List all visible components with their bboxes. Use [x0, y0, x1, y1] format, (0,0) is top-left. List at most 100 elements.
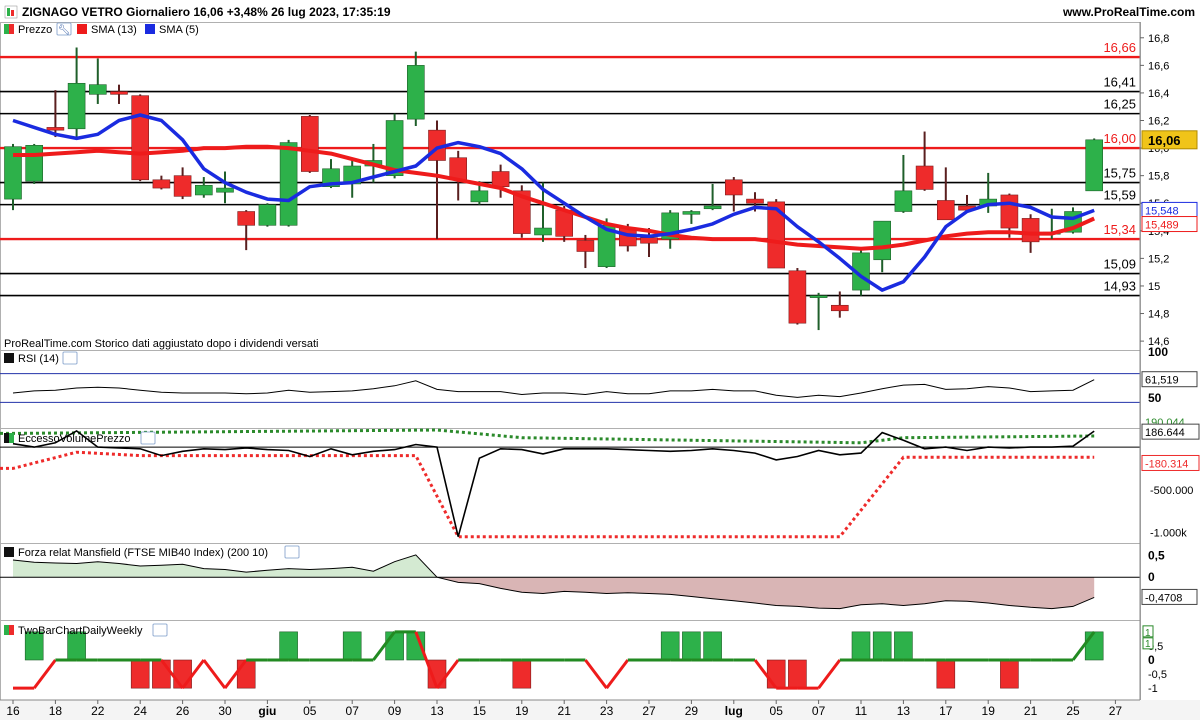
time-tick-label: 19	[515, 704, 529, 718]
chart-window: 16,66 16,41 16,25 16,00 15,75 15,59 15,34 15,09…	[0, 0, 1200, 720]
time-tick-label: 07	[346, 704, 360, 718]
daily-signal-bar[interactable]	[342, 631, 362, 661]
legend-sma5[interactable]: SMA (5)	[159, 24, 199, 36]
daily-signal-bar[interactable]	[894, 631, 913, 661]
candle-body	[406, 65, 425, 120]
daily-signal-bar[interactable]	[936, 659, 956, 689]
time-tick-label: 30	[218, 704, 232, 718]
time-tick-label: 05	[770, 704, 784, 718]
time-tick-label: 16	[6, 704, 20, 718]
legend-price[interactable]: Prezzo	[18, 24, 52, 36]
mansfield-legend-icon	[4, 547, 14, 557]
daily-signal-bar[interactable]	[872, 631, 892, 661]
daily-signal-bar[interactable]	[130, 659, 150, 689]
level-label: 16,00	[1103, 131, 1136, 146]
volume-wrench-icon[interactable]	[140, 431, 156, 445]
twobar-tick-label: 0	[1148, 653, 1155, 667]
price-tick-label: 15	[1148, 281, 1160, 293]
candle-body	[830, 304, 849, 312]
rsi-wrench-icon[interactable]	[62, 351, 78, 365]
mansfield-title[interactable]: Forza relat Mansfield (FTSE MIB40 Index)…	[18, 547, 268, 559]
time-tick-label: 22	[91, 704, 105, 718]
daily-signal-bar[interactable]	[703, 631, 722, 661]
candle-body	[470, 190, 489, 203]
candle-body	[788, 270, 807, 324]
time-tick-label: 26	[176, 704, 190, 718]
rsi-last-label: 61,519	[1145, 375, 1179, 387]
candle-body	[1021, 218, 1040, 243]
candle-body	[110, 91, 128, 95]
price-tick-label: 15,8	[1148, 171, 1169, 183]
twobar-tick-label: -0,5	[1148, 669, 1167, 681]
candle[interactable]	[1085, 138, 1103, 192]
candle-body	[173, 175, 192, 197]
site-label[interactable]: www.ProRealTime.com	[1062, 5, 1195, 19]
candle-body	[703, 205, 722, 210]
candle[interactable]	[25, 143, 44, 184]
daily-signal-bar[interactable]	[152, 659, 171, 689]
rsi-tick-label: 100	[1148, 345, 1168, 359]
time-tick-label: 27	[642, 704, 656, 718]
price-tick-label: 15,2	[1148, 253, 1169, 265]
level-label: 16,25	[1103, 97, 1136, 112]
candle[interactable]	[258, 203, 277, 227]
rsi-legend-icon	[4, 353, 14, 363]
volume-title[interactable]: EccessoVolumePrezzo	[18, 433, 131, 445]
daily-signal-bar[interactable]	[660, 631, 680, 661]
candle[interactable]	[279, 139, 298, 227]
rsi-title[interactable]: RSI (14)	[18, 353, 59, 365]
twobar-title[interactable]: TwoBarChartDailyWeekly	[18, 625, 143, 637]
daily-signal-bar[interactable]	[385, 631, 404, 661]
daily-signal-bar[interactable]	[788, 659, 807, 689]
dividend-footnote: ProRealTime.com Storico dati aggiustato …	[4, 338, 318, 350]
candle-body	[576, 240, 595, 252]
candle-body	[1085, 139, 1103, 192]
candle-body	[152, 179, 171, 189]
legend-sma13[interactable]: SMA (13)	[91, 24, 137, 36]
level-label: 16,41	[1103, 75, 1136, 90]
candle[interactable]	[131, 94, 149, 182]
daily-signal-bar[interactable]	[851, 631, 871, 661]
candle-body	[25, 145, 44, 182]
daily-signal-bar[interactable]	[1000, 659, 1019, 689]
daily-signal-bar[interactable]	[766, 659, 786, 689]
daily-signal-bar[interactable]	[682, 631, 701, 661]
sma5-last-label: 15,548	[1145, 205, 1179, 217]
time-tick-label: 29	[685, 704, 699, 718]
twobar-tick-label: -1	[1148, 683, 1158, 695]
time-tick-label: 27	[1109, 704, 1123, 718]
volume-tick-label: -500.000	[1150, 485, 1193, 497]
twobar-wrench-icon[interactable]	[152, 623, 168, 637]
time-tick-label: 25	[1066, 704, 1080, 718]
candle[interactable]	[788, 268, 807, 325]
chart-canvas[interactable]: 16,6616,4116,2516,0015,7515,5915,3415,09…	[0, 0, 1200, 720]
daily-signal-bar[interactable]	[279, 631, 298, 661]
candle-body	[936, 200, 955, 221]
volume-legend-icon-b	[9, 433, 14, 443]
candle-body	[724, 179, 743, 196]
mansfield-wrench-icon[interactable]	[284, 545, 300, 559]
time-tick-label: 09	[388, 704, 402, 718]
candle-body	[1000, 194, 1019, 229]
volume-lower-last-label: -180.314	[1145, 458, 1188, 470]
candle-body	[300, 116, 319, 172]
wrench-icon-glyph: 🔧︎	[58, 24, 71, 36]
time-tick-label: 15	[473, 704, 487, 718]
candle-body	[279, 142, 298, 226]
sma5-legend-icon	[145, 24, 155, 34]
candle[interactable]	[300, 114, 319, 173]
candle-body	[216, 187, 234, 193]
daily-signal-bar[interactable]	[236, 659, 256, 689]
rsi-tick-label: 50	[1148, 391, 1162, 405]
price-tick-label: 16,6	[1148, 60, 1169, 72]
level-label: 15,34	[1103, 222, 1136, 237]
sma13-legend-icon	[77, 24, 87, 34]
time-tick-label: 18	[49, 704, 63, 718]
header-up-icon	[7, 8, 10, 16]
candle-body	[682, 211, 701, 215]
daily-signal-bar[interactable]	[173, 659, 192, 689]
daily-signal-bar[interactable]	[512, 659, 532, 689]
level-label: 15,75	[1103, 166, 1136, 181]
daily-signal-bar[interactable]	[1084, 631, 1104, 661]
time-tick-label: 23	[600, 704, 614, 718]
